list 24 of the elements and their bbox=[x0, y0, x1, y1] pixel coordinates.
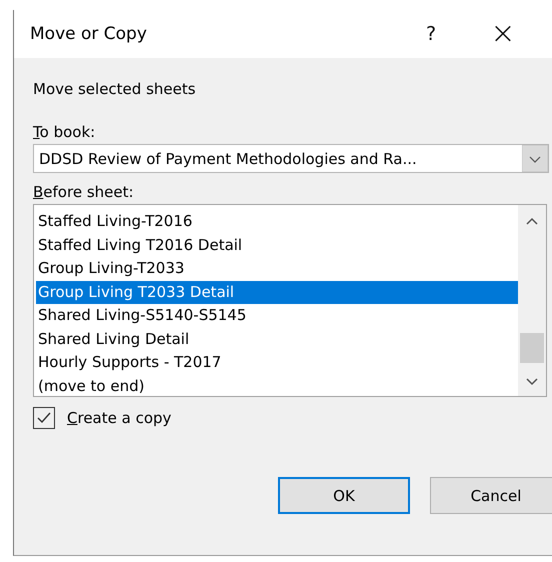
scroll-up-icon[interactable] bbox=[526, 217, 538, 225]
scroll-down-icon[interactable] bbox=[526, 378, 538, 386]
ok-button[interactable]: OK bbox=[278, 477, 410, 514]
close-button[interactable]: × bbox=[489, 19, 517, 49]
sheet-list-item[interactable]: Shared Living Detail bbox=[36, 328, 518, 351]
help-button[interactable]: ? bbox=[419, 23, 443, 45]
checkbox-label: Create a copy bbox=[67, 409, 172, 427]
sheet-list-item[interactable]: Shared Living-S5140-S5145 bbox=[36, 304, 518, 328]
sheet-list-item[interactable]: Group Living-T2033 bbox=[36, 257, 518, 280]
checkbox[interactable] bbox=[33, 407, 55, 429]
sheet-list-item[interactable]: (move to end) bbox=[36, 374, 518, 398]
field-label: Before sheet: bbox=[33, 183, 135, 201]
instruction-text: Move selected sheets bbox=[33, 79, 197, 98]
field-label: To book: bbox=[33, 123, 96, 141]
scrollbar-thumb[interactable] bbox=[520, 333, 544, 363]
sheet-list-item[interactable]: Hourly Supports - T2017 bbox=[36, 351, 518, 374]
dropdown-chevron-icon[interactable] bbox=[522, 145, 548, 172]
cancel-button[interactable]: Cancel bbox=[430, 477, 552, 514]
book-dropdown[interactable]: DDSD Review of Payment Methodologies and Ra... bbox=[33, 144, 549, 173]
window-title: Move or Copy bbox=[30, 24, 148, 44]
sheet-list-item[interactable]: Group Living T2033 Detail bbox=[36, 280, 518, 304]
sheet-list[interactable]: Staffed Living-T2016 Staffed Living T2016 Detail Group Living-T2033 Group Living T2033 Detail Shared Living-S5140-S5145 Shared Living Detail Hourly Supports - T2017 (move to end) bbox=[33, 204, 547, 397]
sheet-list-item[interactable]: Staffed Living-T2016 bbox=[36, 210, 518, 234]
sheet-list-item[interactable]: Staffed Living T2016 Detail bbox=[36, 234, 518, 257]
